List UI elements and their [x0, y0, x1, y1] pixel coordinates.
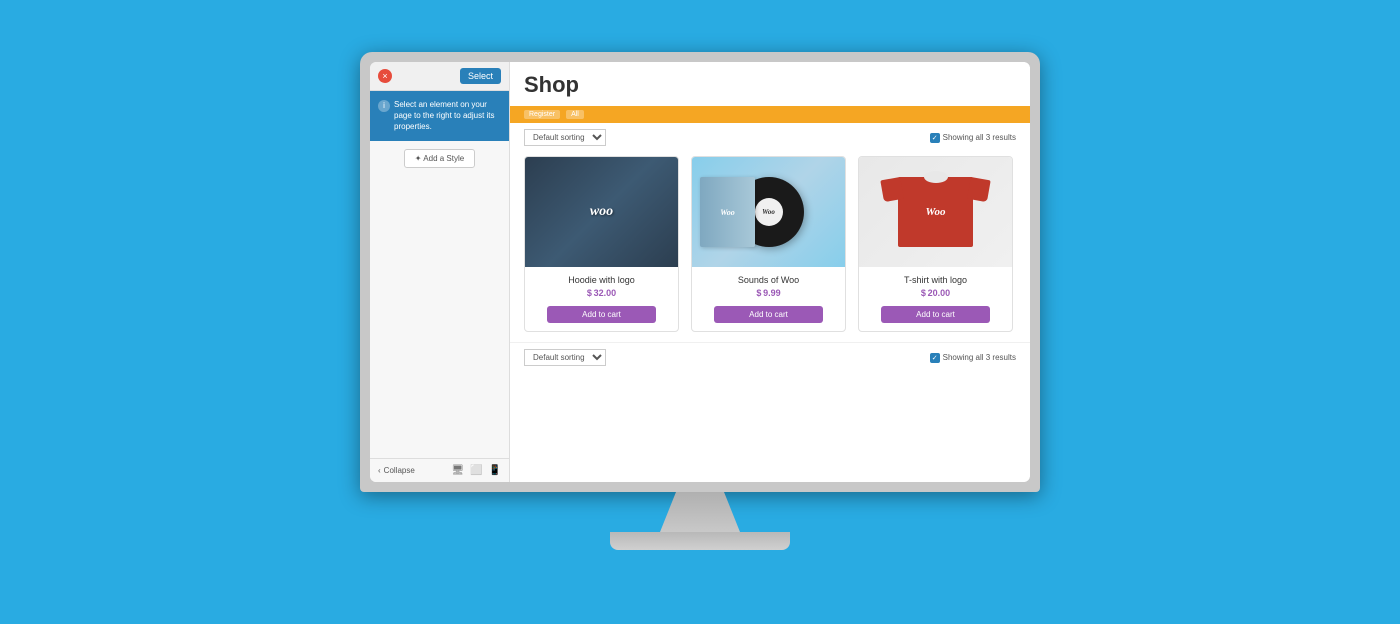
select-button[interactable]: Select — [460, 68, 501, 84]
monitor-stand-neck — [660, 492, 740, 532]
showing-results: ✓ Showing all 3 results — [930, 133, 1016, 143]
sort-select[interactable]: Default sorting — [524, 129, 606, 146]
desktop-icon[interactable]: 🖥 — [451, 465, 464, 476]
vinyl-cover: Woo — [700, 177, 755, 247]
tablet-icon[interactable]: ⬜ — [470, 465, 482, 476]
close-button[interactable]: × — [378, 69, 392, 83]
product-name-vinyl: Sounds of Woo — [700, 275, 837, 285]
mobile-icon[interactable]: 📱 — [489, 465, 501, 476]
collapse-icon: ‹ — [378, 466, 381, 475]
breadcrumb-bar: Register All — [510, 106, 1030, 123]
hoodie-woo-text: woo — [590, 204, 613, 220]
showing-text: Showing all 3 results — [943, 133, 1016, 142]
monitor-bezel: × Select i Select an element on your pag… — [370, 62, 1030, 482]
tshirt-sleeve-left — [880, 177, 904, 202]
check-icon: ✓ — [930, 133, 940, 143]
bottom-controls: Default sorting ✓ Showing all 3 results — [510, 342, 1030, 372]
monitor-stand-base — [610, 532, 790, 550]
product-card-vinyl: Woo Woo Sounds of Woo $ 9.99 Add to cart — [691, 156, 846, 332]
monitor-screen-outer: × Select i Select an element on your pag… — [360, 52, 1040, 492]
product-info-tshirt: T-shirt with logo $ 20.00 Add to cart — [859, 267, 1012, 331]
breadcrumb-home[interactable]: Register — [524, 110, 560, 119]
left-panel: × Select i Select an element on your pag… — [370, 62, 510, 482]
product-card-tshirt: Woo T-shirt with logo $ 20.00 Add to car… — [858, 156, 1013, 332]
device-icons: 🖥 ⬜ 📱 — [451, 465, 501, 476]
products-grid: woo Hoodie with logo $ 32.00 Add to cart — [510, 152, 1030, 342]
product-image-tshirt: Woo — [859, 157, 1012, 267]
panel-header: × Select — [370, 62, 509, 91]
shop-controls: Default sorting ✓ Showing all 3 results — [510, 123, 1030, 152]
bottom-showing-text: Showing all 3 results — [943, 353, 1016, 362]
product-price-tshirt: $ 20.00 — [867, 288, 1004, 298]
panel-info: i Select an element on your page to the … — [370, 91, 509, 141]
collapse-button[interactable]: ‹ Collapse — [378, 466, 415, 475]
hoodie-image: woo — [525, 157, 678, 267]
screen-content: × Select i Select an element on your pag… — [370, 62, 1030, 482]
info-icon: i — [378, 100, 390, 112]
tshirt-collar — [924, 171, 948, 183]
bottom-check-icon: ✓ — [930, 353, 940, 363]
tshirt-woo-text: Woo — [926, 206, 946, 218]
vinyl-image: Woo Woo — [692, 157, 845, 267]
product-info-vinyl: Sounds of Woo $ 9.99 Add to cart — [692, 267, 845, 331]
monitor: × Select i Select an element on your pag… — [350, 52, 1050, 572]
add-to-cart-vinyl[interactable]: Add to cart — [714, 306, 824, 323]
collapse-label: Collapse — [384, 466, 415, 475]
product-image-hoodie: woo — [525, 157, 678, 267]
tshirt-shape: Woo — [898, 177, 973, 247]
vinyl-label: Woo — [755, 198, 783, 226]
panel-footer: ‹ Collapse 🖥 ⬜ 📱 — [370, 458, 509, 482]
tshirt-sleeve-right — [967, 177, 991, 202]
add-to-cart-hoodie[interactable]: Add to cart — [547, 306, 657, 323]
bottom-sort-select[interactable]: Default sorting — [524, 349, 606, 366]
shop-content: Shop Register All Default sorting ✓ Show… — [510, 62, 1030, 482]
product-price-hoodie: $ 32.00 — [533, 288, 670, 298]
product-info-hoodie: Hoodie with logo $ 32.00 Add to cart — [525, 267, 678, 331]
product-price-vinyl: $ 9.99 — [700, 288, 837, 298]
shop-title: Shop — [524, 72, 1016, 98]
bottom-showing-results: ✓ Showing all 3 results — [930, 353, 1016, 363]
product-name-hoodie: Hoodie with logo — [533, 275, 670, 285]
product-card-hoodie: woo Hoodie with logo $ 32.00 Add to cart — [524, 156, 679, 332]
tshirt-image: Woo — [859, 157, 1012, 267]
breadcrumb-shop[interactable]: All — [566, 110, 584, 119]
product-name-tshirt: T-shirt with logo — [867, 275, 1004, 285]
add-to-cart-tshirt[interactable]: Add to cart — [881, 306, 991, 323]
product-image-vinyl: Woo Woo — [692, 157, 845, 267]
add-style-button[interactable]: ✦ Add a Style — [404, 149, 475, 168]
shop-header: Shop — [510, 62, 1030, 106]
panel-info-text: Select an element on your page to the ri… — [394, 99, 501, 133]
